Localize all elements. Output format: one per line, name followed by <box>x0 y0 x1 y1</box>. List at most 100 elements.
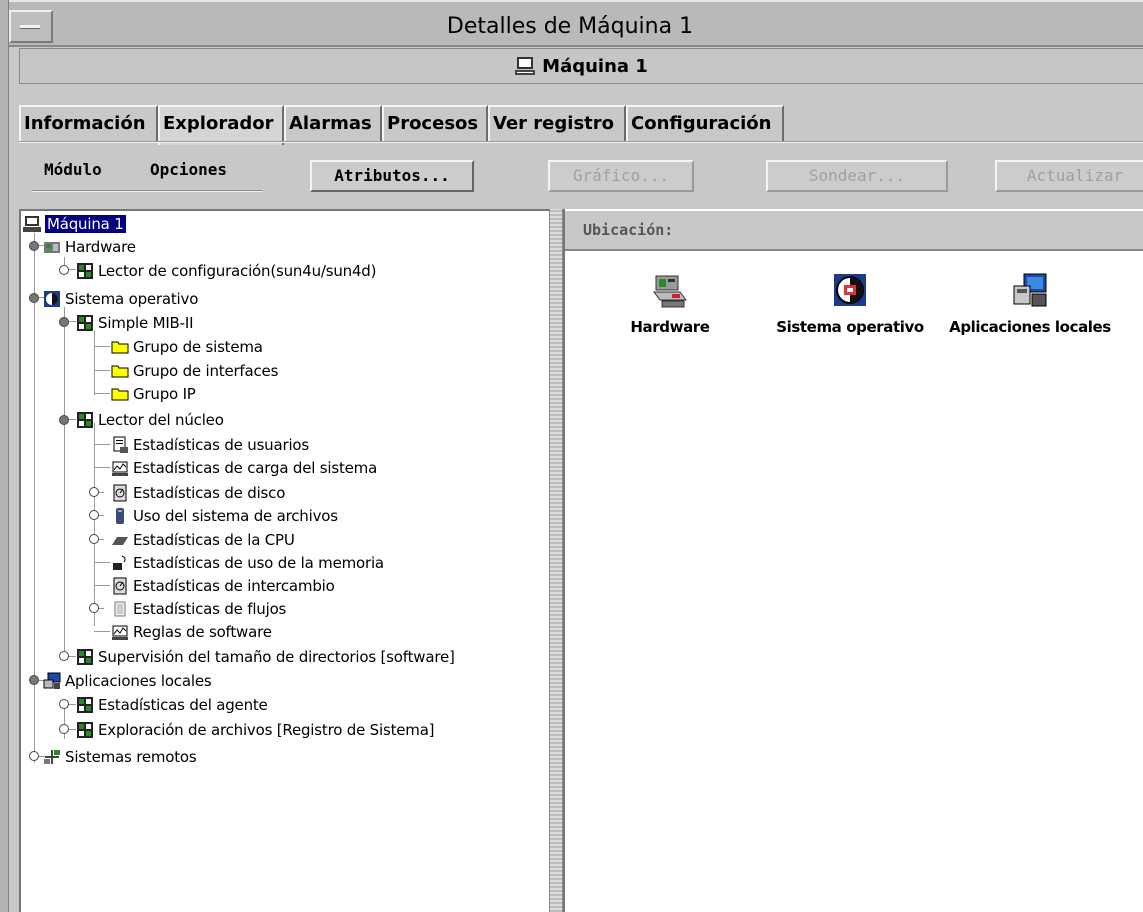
tree-node-label: Hardware <box>65 237 136 256</box>
sondear-button[interactable]: Sondear... <box>766 160 948 192</box>
tree-node-label: Reglas de software <box>133 622 272 641</box>
tree-node-lector-nucleo[interactable]: Lector del núcleo <box>76 408 224 431</box>
operating-system-icon <box>43 290 61 308</box>
menu-opciones[interactable]: Opciones <box>150 160 227 179</box>
tree-node-label: Supervisión del tamaño de directorios [s… <box>98 647 455 666</box>
tab-alarmas[interactable]: Alarmas <box>284 105 382 142</box>
tree-node-label: Estadísticas de flujos <box>133 599 287 618</box>
expand-knob[interactable] <box>29 751 39 761</box>
tree-panel[interactable]: Máquina 1 Hardware Lector de configuraci… <box>19 209 549 912</box>
computer-icon <box>514 55 536 77</box>
expand-knob[interactable] <box>59 415 69 425</box>
tree-node-label: Sistemas remotos <box>65 747 197 766</box>
expand-knob[interactable] <box>89 510 99 520</box>
expand-knob[interactable] <box>89 603 99 613</box>
tree-node-reglas-sw[interactable]: Reglas de software <box>111 620 272 643</box>
tree-node-label: Estadísticas de disco <box>133 483 286 502</box>
menu-modulo[interactable]: Módulo <box>44 160 102 179</box>
local-applications-label: Aplicaciones locales <box>949 318 1111 336</box>
expand-knob[interactable] <box>59 699 69 709</box>
tree-node-est-disco[interactable]: Estadísticas de disco <box>111 481 285 504</box>
location-label: Ubicación: <box>565 211 1143 251</box>
folder-icon <box>111 362 129 380</box>
tree-node-label: Estadísticas de carga del sistema <box>133 458 378 477</box>
tree-node-label: Estadísticas de usuarios <box>133 435 310 454</box>
tab-informacion[interactable]: Información <box>19 105 158 142</box>
tree-node-est-flujos[interactable]: Estadísticas de flujos <box>111 597 286 620</box>
tree-node-mib[interactable]: Simple MIB-II <box>76 311 194 334</box>
hardware-label: Hardware <box>630 318 710 336</box>
tree-node-uso-fs[interactable]: Uso del sistema de archivos <box>111 504 338 527</box>
tree-node-label: Simple MIB-II <box>98 313 194 332</box>
users-stats-icon <box>111 436 129 454</box>
tree-node-label: Estadísticas de uso de la memoria <box>133 553 384 572</box>
window-title: Detalles de Máquina 1 <box>446 14 694 39</box>
expand-knob[interactable] <box>59 265 69 275</box>
tree-node-sistema-operativo[interactable]: Sistema operativo <box>43 287 198 310</box>
tab-configuracion[interactable]: Configuración <box>626 105 784 142</box>
hardware-item[interactable]: Hardware <box>600 270 740 336</box>
local-applications-item[interactable]: Aplicaciones locales <box>940 270 1120 336</box>
remote-systems-icon <box>43 748 61 766</box>
expand-knob[interactable] <box>29 241 39 251</box>
tab-procesos[interactable]: Procesos <box>382 105 488 142</box>
tree-node-est-agente[interactable]: Estadísticas del agente <box>76 693 268 716</box>
tree-node-expl-archivos[interactable]: Exploración de archivos [Registro de Sis… <box>76 718 435 741</box>
tree-node-apps-locales[interactable]: Aplicaciones locales <box>43 669 212 692</box>
expand-knob[interactable] <box>59 724 69 734</box>
tree-node-est-memoria[interactable]: Estadísticas de uso de la memoria <box>111 551 384 574</box>
tree-node-est-usuarios[interactable]: Estadísticas de usuarios <box>111 433 309 456</box>
tree-node-label: Grupo IP <box>133 384 196 403</box>
expand-knob[interactable] <box>89 534 99 544</box>
module-icon <box>76 696 94 714</box>
tree-node-label: Uso del sistema de archivos <box>133 506 338 525</box>
tree-node-grupo-ip[interactable]: Grupo IP <box>111 382 196 405</box>
tab-ver-registro[interactable]: Ver registro <box>488 105 626 142</box>
tree-node-grupo-sistema[interactable]: Grupo de sistema <box>111 335 263 358</box>
tree-node-maquina[interactable]: Máquina 1 <box>23 212 126 235</box>
tree-node-label: Grupo de interfaces <box>133 361 279 380</box>
expand-knob[interactable] <box>59 317 69 327</box>
tree-node-label: Estadísticas de intercambio <box>133 576 335 595</box>
tree-node-label: Aplicaciones locales <box>65 671 212 690</box>
tree-node-label: Estadísticas de la CPU <box>133 530 295 549</box>
cpu-icon <box>111 531 129 549</box>
tree-node-remotos[interactable]: Sistemas remotos <box>43 745 197 768</box>
tree-node-est-carga[interactable]: Estadísticas de carga del sistema <box>111 456 377 479</box>
tab-explorador[interactable]: Explorador <box>158 105 284 145</box>
tab-divider <box>19 141 1143 143</box>
tree-node-lector-config[interactable]: Lector de configuración(sun4u/sun4d) <box>76 259 376 282</box>
atributos-button[interactable]: Atributos... <box>310 160 474 192</box>
module-icon <box>76 262 94 280</box>
tree-node-label: Sistema operativo <box>65 289 199 308</box>
grafico-button[interactable]: Gráfico... <box>548 160 694 192</box>
module-icon <box>76 314 94 332</box>
tree-node-grupo-interfaces[interactable]: Grupo de interfaces <box>111 359 278 382</box>
hardware-icon <box>43 238 61 256</box>
local-applications-icon <box>1013 273 1047 307</box>
tree-node-sup-dir[interactable]: Supervisión del tamaño de directorios [s… <box>76 645 455 668</box>
rules-icon <box>111 623 129 641</box>
host-title: Máquina 1 <box>19 48 1143 84</box>
tree-node-label: Lector de configuración(sun4u/sun4d) <box>98 261 377 280</box>
expand-knob[interactable] <box>29 293 39 303</box>
menu-underline <box>32 190 262 192</box>
actualizar-button[interactable]: Actualizar <box>995 160 1143 192</box>
operating-system-item[interactable]: Sistema operativo <box>770 270 930 336</box>
tree-node-label: Exploración de archivos [Registro de Sis… <box>98 720 435 739</box>
window-menu-button[interactable] <box>9 10 53 43</box>
computer-icon <box>23 215 41 233</box>
tree-node-est-cpu[interactable]: Estadísticas de la CPU <box>111 528 295 551</box>
expand-knob[interactable] <box>89 487 99 497</box>
operating-system-icon <box>834 274 866 306</box>
memory-icon <box>111 554 129 572</box>
streams-icon <box>111 600 129 618</box>
folder-icon <box>111 385 129 403</box>
tree-node-est-intercambio[interactable]: Estadísticas de intercambio <box>111 574 335 597</box>
swap-icon <box>111 577 129 595</box>
module-icon <box>76 411 94 429</box>
tree-node-hardware[interactable]: Hardware <box>43 235 136 258</box>
expand-knob[interactable] <box>59 651 69 661</box>
pane-splitter[interactable] <box>549 209 563 912</box>
expand-knob[interactable] <box>29 675 39 685</box>
